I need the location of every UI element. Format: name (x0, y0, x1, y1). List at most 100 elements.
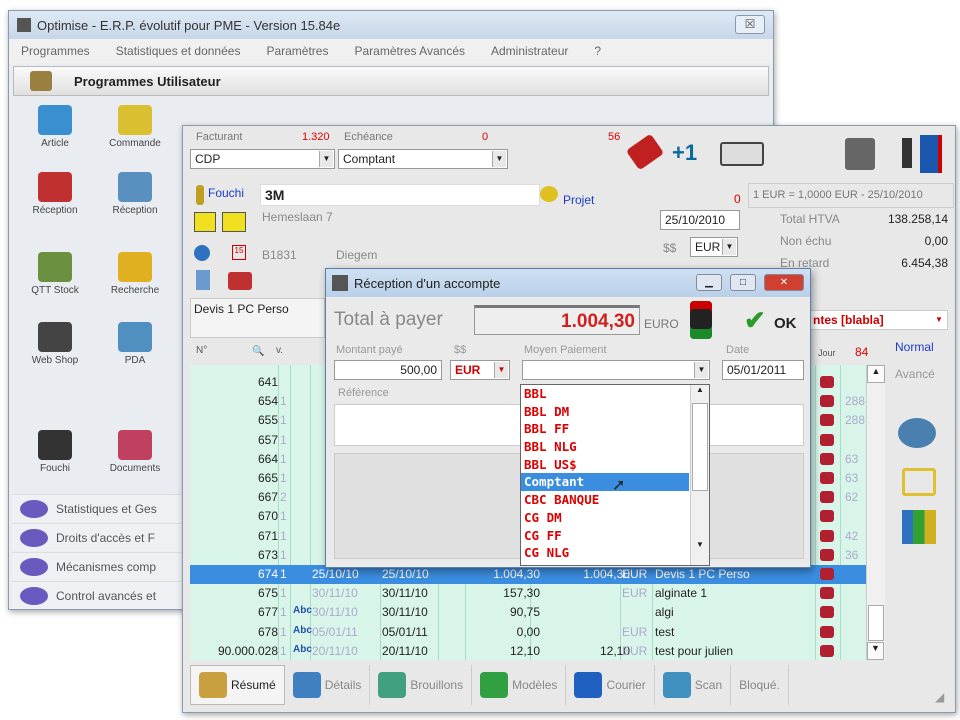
program-tile[interactable]: Commande (100, 105, 170, 149)
program-tile[interactable]: Documents (100, 430, 170, 474)
document-status-icon[interactable] (820, 433, 834, 446)
truck-icon[interactable] (228, 272, 252, 290)
search-icon[interactable]: 🔍 (252, 346, 264, 357)
payment-option[interactable]: Comptant (521, 473, 689, 492)
document-status-icon[interactable] (820, 644, 834, 657)
side-menu-item[interactable]: Droits d'accès et F (12, 523, 182, 551)
document-status-icon[interactable] (820, 376, 834, 388)
minimize-button[interactable]: ▁ (696, 274, 722, 291)
program-tile[interactable]: Fouchi (20, 430, 90, 474)
document-status-icon[interactable] (820, 452, 834, 465)
currency-select[interactable]: EUR ▼ (690, 237, 738, 257)
payment-option[interactable]: CBC BANQUE (521, 491, 689, 509)
payment-option[interactable]: BBL DM (521, 403, 689, 421)
document-status-icon[interactable] (820, 587, 834, 600)
program-tile[interactable]: Article (20, 105, 90, 149)
tab-scan[interactable]: Scan (655, 665, 732, 705)
program-tile[interactable]: Réception (100, 172, 170, 216)
echeance-select[interactable]: Comptant ▼ (338, 149, 508, 169)
menu-parametres-avances[interactable]: Paramètres Avancés (354, 44, 465, 58)
server-icon[interactable] (845, 138, 875, 170)
document-status-icon[interactable] (820, 472, 834, 484)
tab-modles[interactable]: Modèles (472, 665, 567, 705)
moyen-select[interactable]: ▼ (522, 360, 710, 380)
montant-input[interactable]: 500,00 (334, 360, 442, 380)
payment-option[interactable]: BBL US$ (521, 456, 689, 474)
exit-door-icon[interactable] (920, 135, 942, 173)
dialog-close-button[interactable]: ✕ (764, 274, 804, 291)
table-row[interactable]: 677 1 Abc 30/11/10 30/11/10 90,75 algi (190, 603, 866, 622)
refresh-icon[interactable] (194, 245, 210, 261)
tab-brouillons[interactable]: Brouillons (370, 665, 473, 705)
facturant-select[interactable]: CDP ▼ (190, 149, 335, 169)
document-status-icon[interactable] (820, 414, 834, 427)
chart-add-icon[interactable] (902, 510, 936, 544)
table-row[interactable]: 90.000.028 1 Abc 20/11/10 20/11/10 12,10 12,10… (190, 642, 866, 660)
date-field[interactable]: 25/10/2010 (660, 210, 740, 230)
scroll-thumb[interactable] (868, 605, 884, 641)
payment-option[interactable]: BBL FF (521, 420, 689, 438)
date-input[interactable]: 05/01/2011 (722, 360, 804, 380)
program-tile[interactable]: QTT Stock (20, 252, 90, 296)
scroll-down-arrow[interactable]: ▼ (691, 540, 709, 549)
info-icon[interactable] (902, 138, 912, 168)
projet-link[interactable]: Projet (563, 193, 594, 207)
menu-statistiques[interactable]: Statistiques et données (116, 44, 241, 58)
maximize-button[interactable]: □ (730, 274, 756, 291)
ok-button[interactable]: OK (774, 315, 797, 332)
add-one-icon[interactable]: +1 (672, 140, 697, 166)
document-status-icon[interactable] (820, 491, 834, 504)
document-status-icon[interactable] (820, 529, 834, 542)
folder-icon[interactable] (194, 212, 216, 232)
scroll-thumb[interactable] (692, 403, 708, 491)
tab-dtails[interactable]: Détails (285, 665, 371, 705)
document-status-icon[interactable] (820, 606, 834, 619)
menu-programmes[interactable]: Programmes (21, 44, 90, 58)
document-status-icon[interactable] (820, 568, 834, 580)
tab-rsum[interactable]: Résumé (190, 665, 285, 705)
payment-option[interactable]: BBL (521, 385, 689, 403)
mode-normal[interactable]: Normal (895, 340, 934, 354)
document-status-icon[interactable] (820, 395, 834, 408)
document-status-icon[interactable] (820, 548, 834, 561)
search-users-icon[interactable] (898, 418, 936, 448)
program-tile[interactable]: PDA (100, 322, 170, 366)
cur-select[interactable]: EUR ▼ (450, 360, 510, 380)
tab-courier[interactable]: Courier (566, 665, 655, 705)
col-jour[interactable]: Jour (818, 348, 836, 358)
close-button[interactable]: ☒ (735, 15, 765, 34)
mode-avance[interactable]: Avancé (895, 367, 935, 381)
client-name-field[interactable]: 3M (260, 184, 540, 206)
side-menu-item[interactable]: Mécanismes comp (12, 552, 182, 580)
clipboard-icon[interactable] (196, 270, 210, 290)
table-row[interactable]: 675 1 30/11/10 30/11/10 157,30 EUR alginate 1 (190, 584, 866, 603)
document-status-icon[interactable] (820, 625, 834, 638)
payment-option[interactable]: CG FF (521, 527, 689, 545)
payment-option[interactable]: CG DM (521, 509, 689, 527)
check-icon[interactable]: ✔ (744, 305, 766, 336)
folders-icon[interactable] (222, 212, 246, 232)
calendar-icon[interactable]: 15 (232, 245, 246, 260)
program-tile[interactable]: Recherche (100, 252, 170, 296)
menu-administrateur[interactable]: Administrateur (491, 44, 568, 58)
table-scrollbar[interactable]: ▲ ▼ (866, 365, 885, 660)
scroll-down-arrow[interactable]: ▼ (867, 642, 884, 660)
status-select[interactable]: ntes [blabla] ▼ (808, 310, 948, 330)
scroll-up-arrow[interactable]: ▲ (691, 385, 709, 401)
side-menu-item[interactable]: Control avancés et (12, 581, 182, 609)
tab-bloqu[interactable]: Bloqué. (731, 665, 789, 705)
col-no[interactable]: N° (196, 345, 207, 356)
menu-parametres[interactable]: Paramètres (266, 44, 328, 58)
resize-grip[interactable]: ◢ (935, 690, 944, 704)
payment-option[interactable]: CG NLG (521, 544, 689, 562)
payment-option[interactable]: BBL NLG (521, 438, 689, 456)
menu-help[interactable]: ? (594, 44, 601, 58)
printer-icon[interactable] (720, 142, 764, 166)
side-menu-item[interactable]: Statistiques et Ges (12, 494, 182, 522)
client-link[interactable]: Fouchi (208, 186, 244, 200)
tree-icon[interactable] (902, 468, 936, 496)
document-status-icon[interactable] (820, 510, 834, 523)
scroll-up-arrow[interactable]: ▲ (867, 365, 885, 383)
table-row[interactable]: 678 1 Abc 05/01/11 05/01/11 0,00 EUR test (190, 623, 866, 642)
program-tile[interactable]: Réception (20, 172, 90, 216)
